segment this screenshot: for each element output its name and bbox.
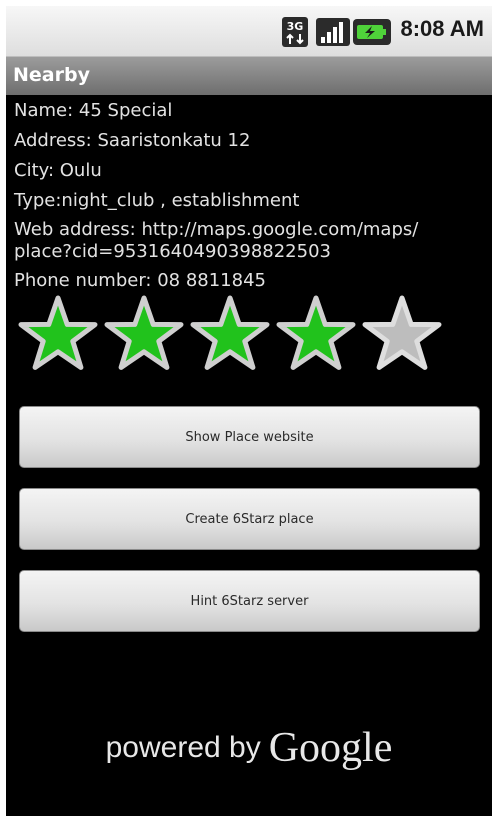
place-phone: Phone number: 08 8811845 xyxy=(14,270,266,291)
powered-by-google: powered by Google xyxy=(6,724,492,772)
hint-6starz-server-button[interactable]: Hint 6Starz server xyxy=(19,570,480,632)
page-title: Nearby xyxy=(13,64,90,86)
status-bar: 3G 8:08 AM xyxy=(6,6,492,57)
place-web-address: Web address: http://maps.google.com/maps… xyxy=(14,219,419,240)
place-address: Address: Saaristonkatu 12 xyxy=(14,130,251,151)
rating-stars[interactable] xyxy=(18,294,448,372)
powered-by-label: powered by xyxy=(105,731,261,764)
star-icon[interactable] xyxy=(18,294,98,372)
svg-text:3G: 3G xyxy=(287,20,304,33)
signal-icon xyxy=(316,18,350,46)
title-bar: Nearby xyxy=(6,57,492,95)
google-logo: Google xyxy=(268,725,393,771)
star-icon[interactable] xyxy=(190,294,270,372)
place-type: Type:night_club , establishment xyxy=(14,190,300,211)
battery-charging-icon xyxy=(353,19,391,45)
star-empty-icon[interactable] xyxy=(362,294,442,372)
place-name: Name: 45 Special xyxy=(14,100,173,121)
create-6starz-place-button[interactable]: Create 6Starz place xyxy=(19,488,480,550)
star-icon[interactable] xyxy=(276,294,356,372)
place-city: City: Oulu xyxy=(14,160,102,181)
3g-icon: 3G xyxy=(282,17,308,47)
star-icon[interactable] xyxy=(104,294,184,372)
phone-screen: 3G 8:08 AM Nearby Name: 45 Special Addre… xyxy=(6,6,492,816)
show-place-website-button[interactable]: Show Place website xyxy=(19,406,480,468)
place-web-address-cont: place?cid=9531640490398822503 xyxy=(14,241,331,262)
status-time: 8:08 AM xyxy=(400,16,484,41)
